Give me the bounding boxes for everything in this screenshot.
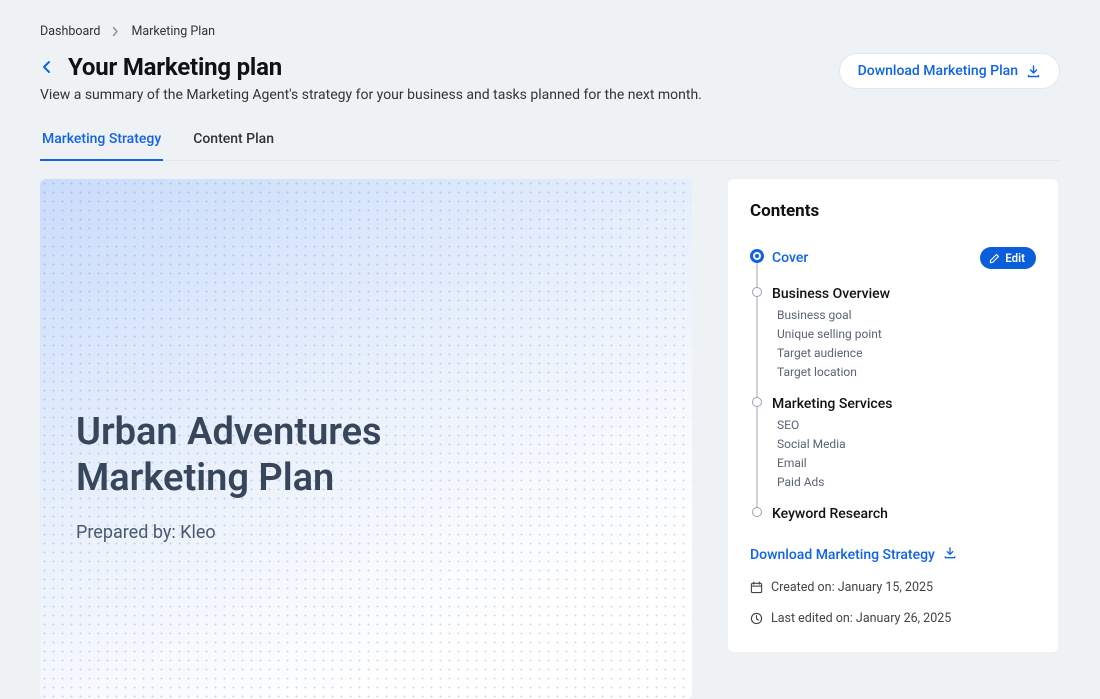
created-on-text: Created on: January 15, 2025 (771, 580, 933, 595)
cover-title: Urban Adventures Marketing Plan (76, 409, 382, 502)
tab-marketing-strategy[interactable]: Marketing Strategy (40, 131, 163, 161)
contents-heading: Contents (750, 201, 1036, 221)
toc-subitem[interactable]: SEO (772, 418, 1036, 432)
tabs: Marketing Strategy Content Plan (40, 131, 1060, 161)
toc-label: Cover (772, 250, 808, 266)
clock-icon (750, 612, 763, 625)
created-on: Created on: January 15, 2025 (750, 580, 1036, 595)
pencil-icon (989, 253, 1000, 264)
download-strategy-link[interactable]: Download Marketing Strategy (750, 546, 1036, 564)
toc-dot-icon (752, 251, 762, 261)
page-subtitle: View a summary of the Marketing Agent's … (40, 87, 702, 103)
table-of-contents: Cover Edit Business Overview Business g (752, 247, 1036, 522)
download-icon (1026, 64, 1041, 79)
download-strategy-label: Download Marketing Strategy (750, 547, 935, 563)
toc-subitem[interactable]: Social Media (772, 437, 1036, 451)
toc-label: Business Overview (772, 286, 890, 302)
contents-panel: Contents Cover Edit (728, 179, 1058, 652)
download-plan-button[interactable]: Download Marketing Plan (839, 53, 1060, 89)
toc-dot-icon (752, 507, 762, 517)
last-edited-on: Last edited on: January 26, 2025 (750, 611, 1036, 626)
chevron-right-icon (112, 26, 119, 37)
edit-label: Edit (1005, 251, 1025, 265)
breadcrumb: Dashboard Marketing Plan (40, 24, 1060, 39)
toc-item-business-overview[interactable]: Business Overview Business goal Unique s… (752, 283, 1036, 379)
cover-prepared-by: Prepared by: Kleo (76, 522, 382, 543)
toc-item-cover[interactable]: Cover Edit (752, 247, 1036, 269)
page-title: Your Marketing plan (68, 53, 282, 81)
back-button[interactable] (40, 60, 54, 74)
edit-button[interactable]: Edit (980, 247, 1036, 269)
breadcrumb-current[interactable]: Marketing Plan (131, 24, 215, 39)
toc-subitem[interactable]: Paid Ads (772, 475, 1036, 489)
toc-dot-icon (752, 397, 762, 407)
tab-content-plan[interactable]: Content Plan (191, 131, 276, 161)
toc-label: Keyword Research (772, 506, 888, 522)
toc-item-keyword-research[interactable]: Keyword Research (752, 503, 1036, 522)
breadcrumb-root[interactable]: Dashboard (40, 24, 100, 39)
cover-card: Urban Adventures Marketing Plan Prepared… (40, 179, 692, 699)
toc-label: Marketing Services (772, 396, 892, 412)
download-icon (943, 546, 957, 564)
toc-dot-icon (752, 287, 762, 297)
toc-subitem[interactable]: Target location (772, 365, 1036, 379)
toc-item-marketing-services[interactable]: Marketing Services SEO Social Media Emai… (752, 393, 1036, 489)
download-plan-label: Download Marketing Plan (858, 63, 1018, 79)
last-edited-text: Last edited on: January 26, 2025 (771, 611, 951, 626)
toc-subitem[interactable]: Business goal (772, 308, 1036, 322)
toc-subitem[interactable]: Target audience (772, 346, 1036, 360)
calendar-icon (750, 581, 763, 594)
toc-subitem[interactable]: Unique selling point (772, 327, 1036, 341)
toc-subitem[interactable]: Email (772, 456, 1036, 470)
